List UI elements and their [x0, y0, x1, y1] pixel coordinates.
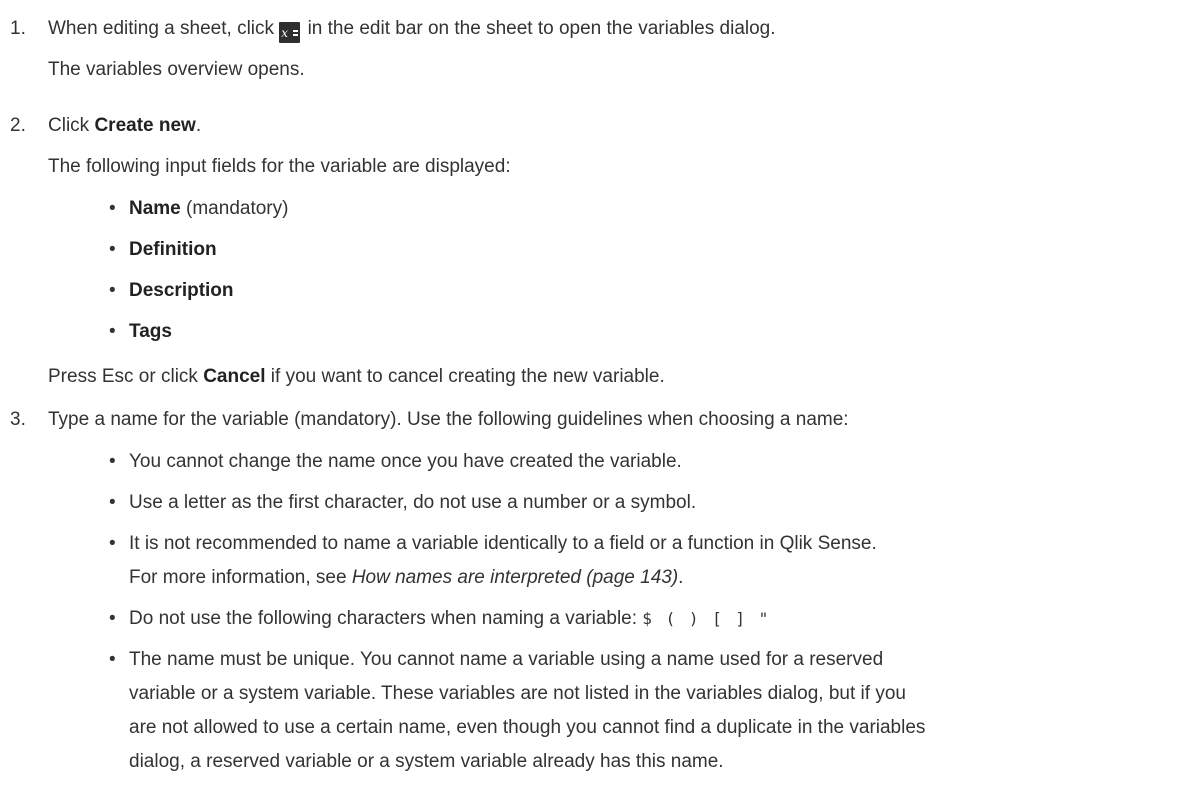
field-definition: Definition: [129, 239, 217, 260]
guideline-1: You cannot change the name once you have…: [129, 451, 682, 472]
step-1-number: 1.: [10, 18, 26, 39]
bullet-icon: •: [109, 649, 116, 670]
bullet-icon: •: [109, 198, 116, 219]
field-tags: Tags: [129, 321, 172, 342]
bullet-icon: •: [109, 321, 116, 342]
more-info-link[interactable]: How names are interpreted (page 143): [352, 567, 678, 588]
cancel-note: Press Esc or click Cancel if you want to…: [48, 366, 665, 387]
field-description: Description: [129, 280, 234, 301]
step-1-result: The variables overview opens.: [48, 59, 305, 80]
forbidden-characters: $ ( ) [ ] ": [642, 609, 771, 628]
cancel-label: Cancel: [203, 366, 266, 387]
step-2-number: 2.: [10, 115, 26, 136]
step-2-result: The following input fields for the varia…: [48, 156, 511, 177]
field-name: Name (mandatory): [129, 198, 289, 219]
more-info: For more information, see How names are …: [129, 567, 684, 588]
bullet-icon: •: [109, 451, 116, 472]
step-1-before-icon: When editing a sheet, click: [48, 18, 275, 39]
step-3-number: 3.: [10, 409, 26, 430]
step-3-text: Type a name for the variable (mandatory)…: [48, 409, 849, 430]
guideline-4: Do not use the following characters when…: [129, 608, 771, 629]
step-1-after-icon: in the edit bar on the sheet to open the…: [307, 18, 776, 39]
bullet-icon: •: [109, 608, 116, 629]
bullet-icon: •: [109, 533, 116, 554]
guideline-2: Use a letter as the first character, do …: [129, 492, 697, 513]
create-new-label: Create new: [94, 115, 196, 136]
guideline-5-line-1: The name must be unique. You cannot name…: [129, 649, 884, 670]
step-1-text: When editing a sheet, click x in the edi…: [48, 18, 776, 43]
variable-icon: x: [279, 22, 301, 43]
bullet-icon: •: [109, 280, 116, 301]
bullet-icon: •: [109, 492, 116, 513]
bullet-icon: •: [109, 239, 116, 260]
step-2-text: Click Create new.: [48, 115, 202, 136]
guideline-5-line-2: variable or a system variable. These var…: [129, 683, 906, 704]
help-page: 1. When editing a sheet, click x in the …: [0, 0, 1186, 795]
guideline-5-line-4: dialog, a reserved variable or a system …: [129, 751, 724, 772]
guideline-5-line-3: are not allowed to use a certain name, e…: [129, 717, 926, 738]
guideline-3: It is not recommended to name a variable…: [129, 533, 877, 554]
